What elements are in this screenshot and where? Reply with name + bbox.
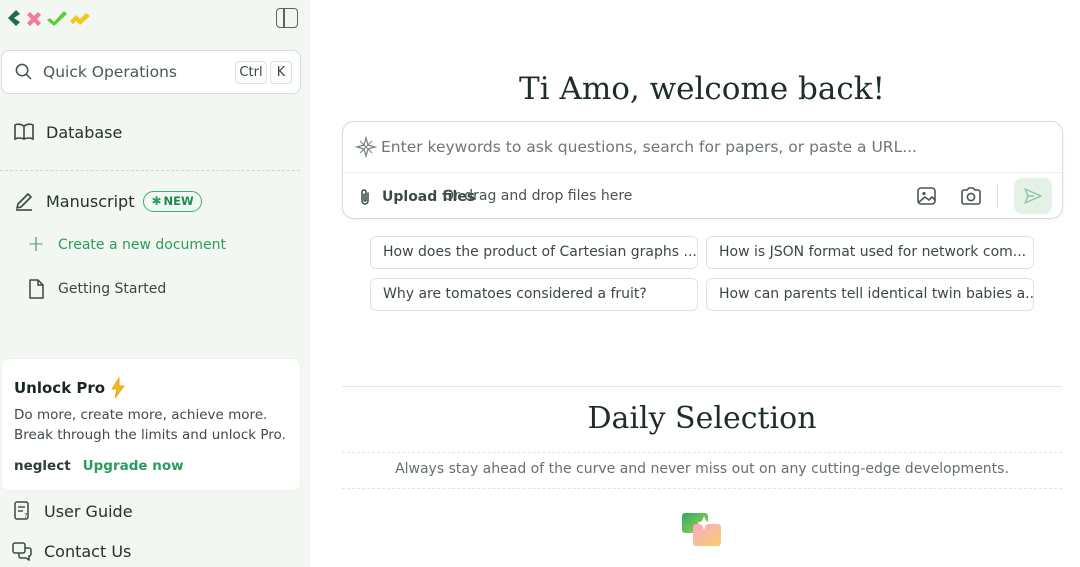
pro-title: Unlock Pro bbox=[14, 377, 127, 399]
sparkle-cards-icon bbox=[682, 513, 721, 546]
sidebar-item-label: User Guide bbox=[44, 501, 133, 521]
ai-search-icon bbox=[355, 136, 377, 158]
welcome-heading: Ti Amo, welcome back! bbox=[519, 71, 885, 107]
sidebar-item-contact-us[interactable]: Contact Us bbox=[11, 540, 131, 562]
send-icon bbox=[1024, 188, 1042, 204]
sidebar-item-user-guide[interactable]: ? User Guide bbox=[11, 500, 133, 522]
pro-desc-line: Break through the limits and unlock Pro. bbox=[14, 427, 286, 443]
upload-files-button[interactable]: Upload files Or drag and drop files here bbox=[357, 188, 632, 206]
shortcut-k-key: K bbox=[270, 61, 292, 84]
create-document-label: Create a new document bbox=[58, 237, 227, 253]
suggestion-chip[interactable]: Why are tomatoes considered a fruit? bbox=[370, 278, 698, 311]
sidebar-divider bbox=[0, 170, 300, 171]
quick-operations-search[interactable]: Quick Operations Ctrl K bbox=[1, 50, 301, 94]
suggestion-chip[interactable]: How can parents tell identical twin babi… bbox=[706, 278, 1034, 311]
suggestion-chip[interactable]: How is JSON format used for network com.… bbox=[706, 236, 1034, 269]
search-label: Quick Operations bbox=[43, 63, 177, 81]
book-icon bbox=[13, 121, 35, 143]
sidebar-item-label: Database bbox=[46, 122, 123, 142]
daily-selection-subtitle: Always stay ahead of the curve and never… bbox=[395, 461, 1009, 477]
new-badge-label: NEW bbox=[163, 194, 194, 208]
daily-selection-heading: Daily Selection bbox=[587, 401, 817, 436]
shortcut-ctrl-key: Ctrl bbox=[235, 61, 267, 84]
create-document-button[interactable]: + Create a new document bbox=[26, 232, 227, 257]
guide-icon: ? bbox=[11, 500, 33, 522]
toolbar-separator bbox=[997, 184, 998, 208]
camera-icon[interactable] bbox=[960, 185, 982, 207]
brand-logo[interactable] bbox=[6, 8, 92, 28]
brand-logo-icon bbox=[8, 10, 90, 26]
pro-desc-line: Do more, create more, achieve more. bbox=[14, 407, 268, 423]
unlock-pro-card: Unlock Pro Do more, create more, achieve… bbox=[1, 358, 301, 491]
neglect-button[interactable]: neglect bbox=[14, 458, 71, 474]
section-divider bbox=[342, 452, 1062, 453]
sparkle-icon: ✱ bbox=[151, 194, 162, 208]
document-icon bbox=[29, 279, 44, 299]
section-divider bbox=[342, 386, 1062, 387]
sidebar-item-manuscript[interactable]: Manuscript ✱ NEW bbox=[13, 190, 202, 212]
pen-icon bbox=[13, 190, 35, 212]
suggestion-chip[interactable]: How does the product of Cartesian graphs… bbox=[370, 236, 698, 269]
image-icon[interactable] bbox=[916, 185, 938, 207]
section-divider bbox=[342, 488, 1062, 489]
lightning-icon bbox=[111, 377, 125, 399]
composer-divider bbox=[343, 172, 1062, 173]
upgrade-now-button[interactable]: Upgrade now bbox=[83, 458, 184, 474]
pro-description: Do more, create more, achieve more. Brea… bbox=[14, 405, 286, 445]
document-item-getting-started[interactable]: Getting Started bbox=[28, 279, 166, 299]
sidebar-toggle-icon[interactable] bbox=[276, 8, 298, 28]
sidebar: Quick Operations Ctrl K Database Manuscr… bbox=[0, 0, 310, 567]
drag-drop-hint: Or drag and drop files here bbox=[443, 188, 633, 204]
send-button[interactable] bbox=[1014, 178, 1052, 214]
pro-title-label: Unlock Pro bbox=[14, 379, 106, 397]
sidebar-item-label: Manuscript bbox=[46, 191, 135, 211]
sidebar-item-label: Contact Us bbox=[44, 541, 132, 561]
svg-text:?: ? bbox=[24, 512, 28, 520]
plus-icon: + bbox=[26, 232, 46, 257]
paperclip-icon bbox=[361, 189, 369, 205]
chat-icon bbox=[11, 540, 33, 562]
ask-composer[interactable]: Enter keywords to ask questions, search … bbox=[342, 121, 1063, 219]
sidebar-item-database[interactable]: Database bbox=[13, 121, 122, 143]
new-badge: ✱ NEW bbox=[143, 190, 202, 212]
search-icon bbox=[15, 63, 32, 80]
document-label: Getting Started bbox=[58, 281, 167, 297]
composer-placeholder[interactable]: Enter keywords to ask questions, search … bbox=[381, 138, 917, 156]
